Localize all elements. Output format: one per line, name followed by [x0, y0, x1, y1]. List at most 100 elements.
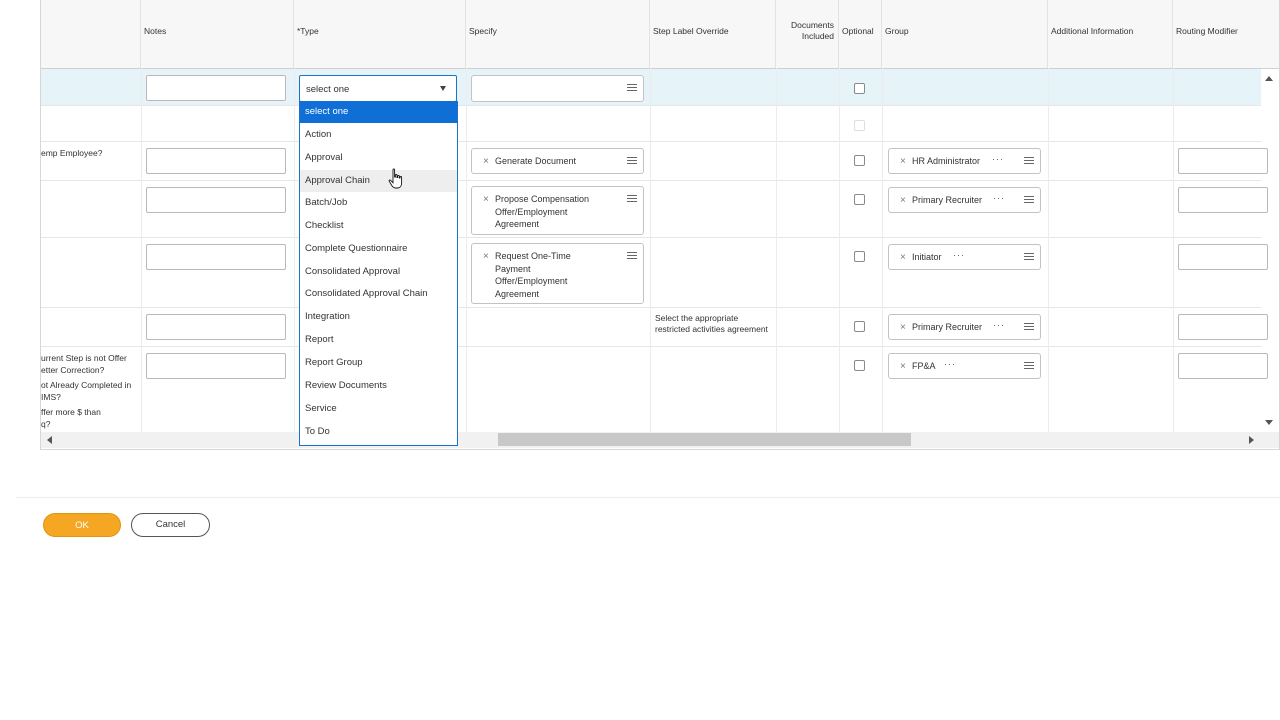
row-condition-label: urrent Step is not Offer — [41, 353, 127, 363]
notes-input[interactable] — [146, 148, 286, 174]
cancel-button[interactable]: Cancel — [131, 513, 210, 537]
optional-checkbox[interactable] — [854, 251, 865, 262]
dropdown-option-service[interactable]: Service — [300, 398, 457, 420]
row-condition-label: q? — [41, 419, 51, 429]
header-documents-included: Documents Included — [776, 0, 839, 68]
dropdown-option-approval[interactable]: Approval — [300, 147, 457, 169]
ok-button[interactable]: OK — [43, 513, 121, 537]
routing-modifier-input[interactable] — [1178, 187, 1268, 213]
scroll-right-arrow-icon[interactable] — [1249, 436, 1254, 444]
group-prompt[interactable]: × Primary Recruiter ··· — [888, 314, 1041, 340]
header-type: *Type — [294, 0, 466, 68]
group-prompt[interactable]: × Initiator ··· — [888, 244, 1041, 270]
column-divider — [650, 68, 651, 432]
list-icon[interactable] — [627, 82, 637, 93]
list-icon[interactable] — [1024, 155, 1034, 166]
more-icon[interactable]: ··· — [992, 154, 1004, 164]
specify-prompt[interactable]: × Generate Document — [471, 148, 644, 174]
dropdown-option-consolidated-approval[interactable]: Consolidated Approval — [300, 261, 457, 283]
column-divider — [294, 68, 295, 432]
dropdown-option-batch-job[interactable]: Batch/Job — [300, 192, 457, 214]
column-divider — [1173, 68, 1174, 432]
group-prompt[interactable]: × FP&A ··· — [888, 353, 1041, 379]
header-routing-modifier: Routing Modifier — [1173, 0, 1279, 68]
dropdown-option-action[interactable]: Action — [300, 124, 457, 146]
specify-prompt[interactable] — [471, 75, 644, 102]
header-routing-label: Routing Modifier — [1176, 26, 1238, 36]
dropdown-option-review-documents[interactable]: Review Documents — [300, 375, 457, 397]
specify-prompt[interactable]: × Propose Compensation Offer/Employment … — [471, 186, 644, 235]
optional-checkbox[interactable] — [854, 194, 865, 205]
specify-value-line: Agreement — [495, 219, 540, 229]
dropdown-option-checklist[interactable]: Checklist — [300, 215, 457, 237]
group-prompt[interactable]: × Primary Recruiter ··· — [888, 187, 1041, 213]
remove-icon[interactable]: × — [900, 361, 906, 372]
scroll-down-arrow-icon[interactable] — [1265, 420, 1273, 425]
hand-cursor-icon — [388, 168, 403, 189]
footer-divider — [16, 497, 1280, 498]
header-optional: Optional — [839, 0, 882, 68]
optional-checkbox[interactable] — [854, 155, 865, 166]
remove-icon[interactable]: × — [900, 252, 906, 263]
notes-input[interactable] — [146, 244, 286, 270]
header-blank — [41, 0, 141, 68]
specify-value-line: Offer/Employment — [495, 206, 568, 217]
more-icon[interactable]: ··· — [944, 359, 956, 369]
table-row[interactable] — [41, 106, 1261, 142]
column-divider — [466, 68, 467, 432]
more-icon[interactable]: ··· — [993, 193, 1005, 203]
type-select-value: select one — [306, 84, 350, 95]
dropdown-option-consolidated-approval-chain[interactable]: Consolidated Approval Chain — [300, 283, 457, 305]
notes-input[interactable] — [146, 353, 286, 379]
dropdown-option-report-group[interactable]: Report Group — [300, 352, 457, 374]
list-icon[interactable] — [1024, 251, 1034, 262]
specify-value: Propose Compensation Offer/Employment Ag… — [495, 193, 589, 231]
notes-input[interactable] — [146, 314, 286, 340]
group-prompt[interactable]: × HR Administrator ··· — [888, 148, 1041, 174]
routing-modifier-input[interactable] — [1178, 353, 1268, 379]
remove-icon[interactable]: × — [483, 156, 489, 167]
routing-modifier-input[interactable] — [1178, 314, 1268, 340]
optional-checkbox[interactable] — [854, 360, 865, 371]
more-icon[interactable]: ··· — [953, 250, 965, 260]
routing-modifier-input[interactable] — [1178, 148, 1268, 174]
notes-input[interactable] — [146, 187, 286, 213]
chevron-down-icon[interactable] — [440, 86, 446, 91]
type-select[interactable]: select one — [299, 75, 457, 102]
horizontal-scrollbar-thumb[interactable] — [498, 433, 911, 446]
scroll-left-arrow-icon[interactable] — [47, 436, 52, 444]
specify-prompt[interactable]: × Request One-Time Payment Offer/Employm… — [471, 243, 644, 304]
dropdown-option-select-one[interactable]: select one — [300, 101, 457, 123]
list-icon[interactable] — [1024, 360, 1034, 371]
header-notes: Notes — [141, 0, 294, 68]
group-value: Primary Recruiter — [912, 195, 983, 205]
dropdown-option-complete-questionnaire[interactable]: Complete Questionnaire — [300, 238, 457, 260]
dropdown-option-approval-chain[interactable]: Approval Chain — [300, 170, 457, 192]
dropdown-option-integration[interactable]: Integration — [300, 306, 457, 328]
optional-checkbox[interactable] — [854, 83, 865, 94]
list-icon[interactable] — [627, 155, 637, 166]
specify-value-line: Offer/Employment — [495, 276, 568, 286]
remove-icon[interactable]: × — [483, 251, 489, 262]
dropdown-option-to-do[interactable]: To Do — [300, 421, 457, 443]
remove-icon[interactable]: × — [900, 195, 906, 206]
header-additional-information: Additional Information — [1048, 0, 1173, 68]
optional-checkbox — [854, 120, 865, 131]
routing-modifier-input[interactable] — [1178, 244, 1268, 270]
header-optional-label: Optional — [842, 26, 874, 36]
more-icon[interactable]: ··· — [993, 320, 1005, 330]
list-icon[interactable] — [627, 193, 637, 204]
header-additional-label: Additional Information — [1051, 26, 1134, 36]
dropdown-option-report[interactable]: Report — [300, 329, 457, 351]
remove-icon[interactable]: × — [900, 322, 906, 333]
optional-checkbox[interactable] — [854, 321, 865, 332]
remove-icon[interactable]: × — [900, 156, 906, 167]
scroll-up-arrow-icon[interactable] — [1265, 76, 1273, 81]
list-icon[interactable] — [1024, 321, 1034, 332]
remove-icon[interactable]: × — [483, 194, 489, 205]
list-icon[interactable] — [627, 250, 637, 261]
column-divider — [839, 68, 840, 432]
notes-input[interactable] — [146, 75, 286, 101]
list-icon[interactable] — [1024, 194, 1034, 205]
specify-value: Request One-Time Payment Offer/Employmen… — [495, 250, 571, 300]
